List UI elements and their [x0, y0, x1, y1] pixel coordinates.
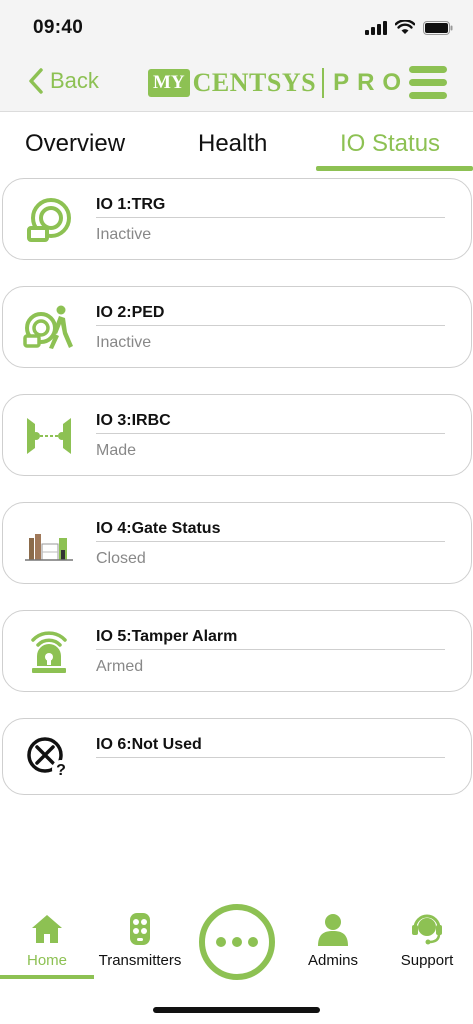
io-title: IO 6:Not Used	[96, 736, 202, 753]
io-status: Armed	[96, 658, 144, 675]
back-label: Back	[50, 68, 99, 93]
home-indicator	[153, 1007, 320, 1013]
nav-label: Transmitters	[98, 952, 182, 969]
infrared-beam-icon	[23, 410, 75, 462]
io-status: Made	[96, 442, 137, 459]
status-icons	[365, 20, 453, 35]
logo-separator	[322, 68, 325, 98]
app-header: Back MY CENTSYS PRO	[0, 56, 473, 112]
dot	[248, 937, 258, 947]
io-title: IO 5:Tamper Alarm	[96, 628, 238, 645]
nav-support[interactable]: Support	[392, 912, 462, 969]
nav-transmitters[interactable]: Transmitters	[95, 912, 185, 969]
io-title: IO 1:TRG	[96, 196, 166, 213]
divider	[96, 541, 445, 542]
signal-icon	[365, 20, 387, 35]
dot	[232, 937, 242, 947]
io-card-3[interactable]: IO 3:IRBC Made	[2, 394, 472, 476]
status-bar: 09:40	[0, 0, 473, 56]
nav-label: Admins	[307, 952, 359, 969]
menu-button[interactable]	[409, 66, 447, 100]
menu-bar	[409, 79, 447, 86]
io-card-6[interactable]: ? IO 6:Not Used	[2, 718, 472, 795]
gate-icon	[23, 518, 75, 570]
trigger-icon	[23, 194, 75, 246]
menu-bar	[409, 92, 447, 99]
io-status: Closed	[96, 550, 146, 567]
menu-bar	[409, 66, 447, 73]
active-nav-indicator	[0, 975, 94, 979]
divider	[96, 757, 445, 758]
io-title: IO 4:Gate Status	[96, 520, 221, 537]
nav-home[interactable]: Home	[22, 912, 72, 969]
tab-overview[interactable]: Overview	[25, 130, 125, 158]
alarm-beacon-icon	[23, 626, 75, 678]
logo-pro: PRO	[333, 69, 410, 96]
io-title: IO 2:PED	[96, 304, 165, 321]
not-used-icon: ?	[23, 731, 75, 783]
divider	[96, 433, 445, 434]
wifi-icon	[395, 20, 415, 34]
nav-admins[interactable]: Admins	[303, 912, 363, 969]
io-status: Inactive	[96, 334, 152, 351]
io-card-4[interactable]: IO 4:Gate Status Closed	[2, 502, 472, 584]
nav-label: Home	[26, 952, 67, 969]
svg-text:?: ?	[56, 762, 66, 779]
io-card-2[interactable]: IO 2:PED Inactive	[2, 286, 472, 368]
battery-icon	[423, 20, 453, 35]
remote-icon	[130, 913, 150, 945]
active-tab-indicator	[316, 166, 473, 171]
io-title: IO 3:IRBC	[96, 412, 171, 429]
io-card-5[interactable]: IO 5:Tamper Alarm Armed	[2, 610, 472, 692]
divider	[96, 217, 445, 218]
logo-centsys: CENTSYS	[192, 68, 317, 97]
user-icon	[318, 914, 348, 946]
pedestrian-icon	[23, 302, 75, 354]
dot	[216, 937, 226, 947]
status-time: 09:40	[33, 17, 84, 38]
io-card-1[interactable]: IO 1:TRG Inactive	[2, 178, 472, 260]
tab-bar: Overview Health IO Status	[0, 112, 473, 172]
tab-io-status[interactable]: IO Status	[340, 130, 440, 158]
chevron-left-icon	[29, 68, 43, 94]
io-status: Inactive	[96, 226, 152, 243]
divider	[96, 325, 445, 326]
headset-icon	[412, 914, 442, 945]
divider	[96, 649, 445, 650]
nav-label: Support	[400, 952, 454, 969]
home-icon	[32, 915, 62, 943]
back-button[interactable]: Back	[28, 68, 99, 94]
mycentsys-pro-logo: MY CENTSYS PRO	[148, 67, 409, 99]
more-actions-button[interactable]	[199, 904, 275, 980]
logo-my: MY	[148, 69, 190, 97]
tab-health[interactable]: Health	[198, 130, 267, 158]
